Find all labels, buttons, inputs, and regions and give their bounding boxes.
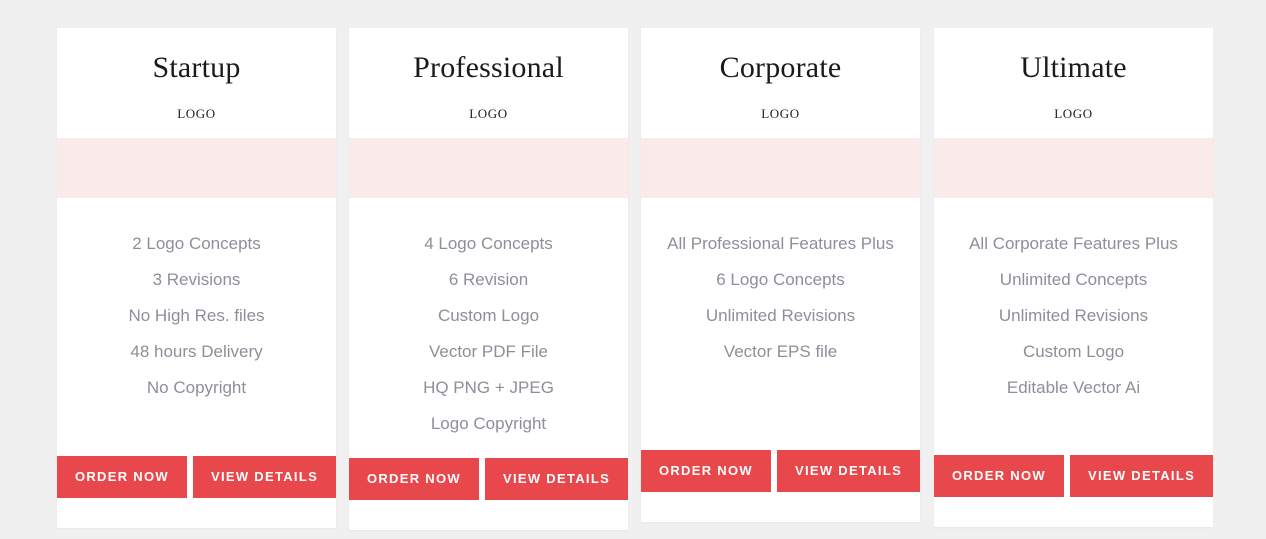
plan-card-professional: Professional LOGO 4 Logo Concepts 6 Revi… — [348, 28, 629, 530]
plan-card-ultimate: Ultimate LOGO All Corporate Features Plu… — [933, 28, 1214, 527]
list-item: 3 Revisions — [152, 270, 241, 289]
plan-feature-list: All Professional Features Plus 6 Logo Co… — [641, 198, 920, 450]
plan-logo-label: LOGO — [177, 106, 216, 121]
view-details-button[interactable]: VIEW DETAILS — [192, 456, 337, 498]
list-item: Unlimited Concepts — [999, 270, 1148, 289]
plan-feature-list: 2 Logo Concepts 3 Revisions No High Res.… — [57, 198, 336, 456]
plan-logo-label: LOGO — [469, 106, 508, 121]
plan-title: Startup — [152, 51, 241, 84]
list-item: 48 hours Delivery — [130, 342, 263, 361]
plan-actions: ORDER NOW VIEW DETAILS — [348, 458, 629, 530]
list-item: Unlimited Revisions — [705, 306, 856, 325]
list-item: All Professional Features Plus — [667, 234, 894, 253]
plan-header-startup: Startup LOGO — [57, 28, 336, 138]
view-details-button[interactable]: VIEW DETAILS — [776, 450, 921, 492]
list-item: All Corporate Features Plus — [969, 234, 1178, 253]
plan-logo-label: LOGO — [1054, 106, 1093, 121]
plan-price-band — [934, 138, 1213, 198]
view-details-button[interactable]: VIEW DETAILS — [1069, 455, 1214, 497]
list-item: Logo Copyright — [430, 414, 547, 433]
plan-price-band — [349, 138, 628, 198]
plan-header-ultimate: Ultimate LOGO — [934, 28, 1213, 138]
list-item: HQ PNG + JPEG — [423, 378, 554, 397]
list-item: 6 Logo Concepts — [716, 270, 845, 289]
plan-price-band — [641, 138, 920, 198]
list-item: Vector PDF File — [428, 342, 549, 361]
plan-title: Professional — [413, 51, 564, 84]
order-now-button[interactable]: ORDER NOW — [640, 450, 771, 492]
plan-title: Corporate — [719, 51, 842, 84]
plan-logo-label: LOGO — [761, 106, 800, 121]
list-item: Custom Logo — [1022, 342, 1125, 361]
list-item: No High Res. files — [128, 306, 265, 325]
plan-feature-list: All Corporate Features Plus Unlimited Co… — [934, 198, 1213, 455]
plan-card-corporate: Corporate LOGO All Professional Features… — [640, 28, 921, 522]
list-item: Vector EPS file — [723, 342, 838, 361]
order-now-button[interactable]: ORDER NOW — [56, 456, 187, 498]
plan-header-professional: Professional LOGO — [349, 28, 628, 138]
list-item: Unlimited Revisions — [998, 306, 1149, 325]
plan-actions: ORDER NOW VIEW DETAILS — [640, 450, 921, 522]
pricing-table: Startup LOGO 2 Logo Concepts 3 Revisions… — [0, 0, 1266, 539]
plan-actions: ORDER NOW VIEW DETAILS — [56, 456, 337, 528]
plan-price-band — [57, 138, 336, 198]
list-item: 2 Logo Concepts — [132, 234, 261, 253]
plan-title: Ultimate — [1020, 51, 1127, 84]
plan-card-startup: Startup LOGO 2 Logo Concepts 3 Revisions… — [56, 28, 337, 528]
order-now-button[interactable]: ORDER NOW — [933, 455, 1064, 497]
list-item: 6 Revision — [448, 270, 529, 289]
plan-actions: ORDER NOW VIEW DETAILS — [933, 455, 1214, 527]
list-item: No Copyright — [146, 378, 247, 397]
list-item: Custom Logo — [437, 306, 540, 325]
list-item: Editable Vector Ai — [1006, 378, 1141, 397]
plan-header-corporate: Corporate LOGO — [641, 28, 920, 138]
view-details-button[interactable]: VIEW DETAILS — [484, 458, 629, 500]
order-now-button[interactable]: ORDER NOW — [348, 458, 479, 500]
list-item: 4 Logo Concepts — [424, 234, 553, 253]
plan-feature-list: 4 Logo Concepts 6 Revision Custom Logo V… — [349, 198, 628, 458]
